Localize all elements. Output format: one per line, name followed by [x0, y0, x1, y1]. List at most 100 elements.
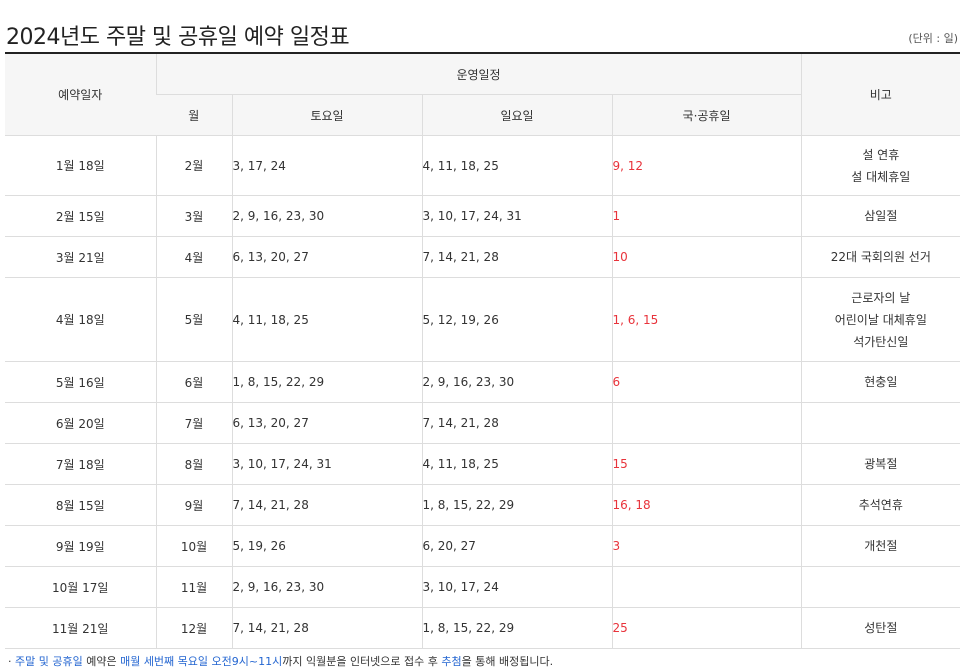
saturday-cell: 4, 11, 18, 25: [231, 277, 422, 362]
footnote: · 주말 및 공휴일 예약은 매월 세번째 목요일 오전9시~11시까지 익월분…: [8, 653, 553, 669]
page-title: 2024년도 주말 및 공휴일 예약 일정표: [6, 24, 350, 50]
month-cell: 5월: [155, 277, 232, 362]
header-month: 월: [156, 94, 232, 136]
holiday-cell: [611, 566, 802, 608]
table-row: 1월 18일 2월 3, 17, 24 4, 11, 18, 25 9, 12 설 연휴 설…: [5, 135, 961, 196]
footnote-bullet: ·: [8, 655, 12, 668]
note-cell: 성탄절: [800, 607, 961, 649]
note-cell: 추석연휴: [800, 484, 961, 526]
saturday-cell: 7, 14, 21, 28: [231, 484, 422, 526]
month-cell: 11월: [155, 566, 232, 608]
table-row: 5월 16일 6월 1, 8, 15, 22, 29 2, 9, 16, 23, 30…: [5, 361, 961, 403]
unit-note: (단위 : 일): [908, 32, 958, 45]
saturday-cell: 6, 13, 20, 27: [231, 236, 422, 278]
holiday-cell: 16, 18: [611, 484, 802, 526]
footnote-schedule-time: 매월 세번째 목요일 오전9시~11시: [120, 655, 283, 668]
table-row: 8월 15일 9월 7, 14, 21, 28 1, 8, 15, 22, 29 16,…: [5, 484, 961, 526]
header-operation-schedule: 운영일정: [155, 52, 802, 95]
schedule-body: 1월 18일 2월 3, 17, 24 4, 11, 18, 25 9, 12 설 연휴 설…: [5, 135, 961, 649]
sunday-cell: 5, 12, 19, 26: [421, 277, 612, 362]
saturday-cell: 3, 17, 24: [231, 135, 422, 196]
sunday-cell: 7, 14, 21, 28: [421, 236, 612, 278]
sunday-cell: 4, 11, 18, 25: [421, 135, 612, 196]
header-note: 비고: [800, 52, 961, 136]
month-cell: 9월: [155, 484, 232, 526]
sunday-cell: 6, 20, 27: [421, 525, 612, 567]
sunday-cell: 2, 9, 16, 23, 30: [421, 361, 612, 403]
header-saturday: 토요일: [231, 94, 422, 136]
note-line: 22대 국회의원 선거: [830, 250, 931, 264]
table-row: 7월 18일 8월 3, 10, 17, 24, 31 4, 11, 18, 25 15…: [5, 443, 961, 485]
month-cell: 8월: [155, 443, 232, 485]
note-line: 석가탄신일: [853, 334, 909, 349]
sunday-cell: 3, 10, 17, 24: [421, 566, 612, 608]
reserve-date-cell: 2월 15일: [5, 195, 156, 237]
footnote-text-3: 을 통해 배정됩니다.: [461, 655, 554, 668]
note-line: 개천절: [864, 539, 898, 553]
sunday-cell: 4, 11, 18, 25: [421, 443, 612, 485]
note-line: 설 연휴: [862, 147, 900, 162]
note-line: 근로자의 날: [851, 290, 911, 305]
schedule-table: 예약일자 운영일정 비고 월 토요일 일요일 국·공휴일 1월 18일 2월 3, …: [5, 52, 961, 649]
note-cell: 광복절: [800, 443, 961, 485]
saturday-cell: 2, 9, 16, 23, 30: [231, 195, 422, 237]
note-line: 현충일: [864, 375, 898, 389]
holiday-cell: 25: [611, 607, 802, 649]
reserve-date-cell: 9월 19일: [5, 525, 156, 567]
reserve-date-cell: 1월 18일: [5, 135, 156, 196]
footnote-weekend-holiday: 주말 및 공휴일: [15, 655, 83, 668]
holiday-cell: [611, 402, 802, 444]
month-cell: 7월: [155, 402, 232, 444]
holiday-cell: 1: [611, 195, 802, 237]
header-reserve-date: 예약일자: [5, 52, 156, 136]
note-line: 추석연휴: [858, 498, 903, 512]
note-cell: 개천절: [800, 525, 961, 567]
table-row: 10월 17일 11월 2, 9, 16, 23, 30 3, 10, 17, 24: [5, 566, 961, 608]
month-cell: 12월: [155, 607, 232, 649]
reserve-date-cell: 7월 18일: [5, 443, 156, 485]
holiday-cell: 6: [611, 361, 802, 403]
month-cell: 4월: [155, 236, 232, 278]
holiday-cell: 10: [611, 236, 802, 278]
table-row: 11월 21일 12월 7, 14, 21, 28 1, 8, 15, 22, 29 2…: [5, 607, 961, 649]
holiday-cell: 1, 6, 15: [611, 277, 802, 362]
reserve-date-cell: 10월 17일: [5, 566, 156, 608]
reserve-date-cell: 6월 20일: [5, 402, 156, 444]
reserve-date-cell: 5월 16일: [5, 361, 156, 403]
note-line: 광복절: [864, 457, 898, 471]
header-sunday: 일요일: [421, 94, 612, 136]
note-line: 어린이날 대체휴일: [834, 312, 927, 327]
month-cell: 3월: [155, 195, 232, 237]
table-row: 2월 15일 3월 2, 9, 16, 23, 30 3, 10, 17, 24, 3…: [5, 195, 961, 237]
saturday-cell: 1, 8, 15, 22, 29: [231, 361, 422, 403]
sunday-cell: 1, 8, 15, 22, 29: [421, 607, 612, 649]
note-cell: 설 연휴설 대체휴일: [800, 135, 961, 196]
saturday-cell: 2, 9, 16, 23, 30: [231, 566, 422, 608]
sunday-cell: 1, 8, 15, 22, 29: [421, 484, 612, 526]
holiday-cell: 15: [611, 443, 802, 485]
note-line: 삼일절: [864, 209, 898, 223]
month-cell: 2월: [155, 135, 232, 196]
note-cell: 근로자의 날어린이날 대체휴일석가탄신일: [800, 277, 961, 362]
header-holiday: 국·공휴일: [611, 94, 802, 136]
footnote-text-2: 까지 익월분을 인터넷으로 접수 후: [282, 655, 442, 668]
reserve-date-cell: 11월 21일: [5, 607, 156, 649]
sunday-cell: 3, 10, 17, 24, 31: [421, 195, 612, 237]
reserve-date-cell: 8월 15일: [5, 484, 156, 526]
reserve-date-cell: 4월 18일: [5, 277, 156, 362]
table-row: 9월 19일 10월 5, 19, 26 6, 20, 27 3 개천절: [5, 525, 961, 567]
table-row: 4월 18일 5월 4, 11, 18, 25 5, 12, 19, 26 1, 6, …: [5, 277, 961, 362]
holiday-cell: 3: [611, 525, 802, 567]
note-line: 설 대체휴일: [851, 169, 911, 184]
saturday-cell: 5, 19, 26: [231, 525, 422, 567]
saturday-cell: 6, 13, 20, 27: [231, 402, 422, 444]
note-line: 성탄절: [864, 621, 898, 635]
sunday-cell: 7, 14, 21, 28: [421, 402, 612, 444]
footnote-lottery: 추첨: [441, 655, 462, 668]
holiday-cell: 9, 12: [611, 135, 802, 196]
reserve-date-cell: 3월 21일: [5, 236, 156, 278]
month-cell: 10월: [155, 525, 232, 567]
note-cell: [800, 402, 961, 444]
table-row: 6월 20일 7월 6, 13, 20, 27 7, 14, 21, 28: [5, 402, 961, 444]
saturday-cell: 3, 10, 17, 24, 31: [231, 443, 422, 485]
